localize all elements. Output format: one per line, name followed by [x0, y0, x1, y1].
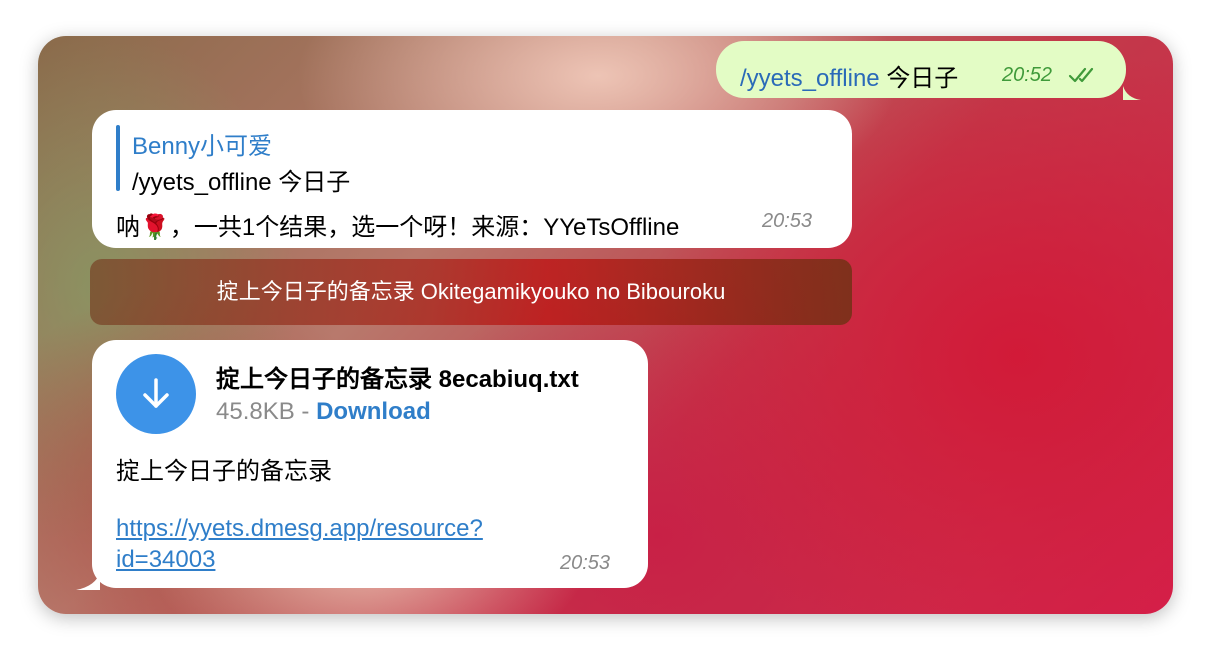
bubble-tail	[1123, 86, 1141, 100]
file-meta: 45.8KB - Download	[216, 398, 431, 426]
double-check-icon	[1068, 67, 1094, 83]
resource-link-line1[interactable]: https://yyets.dmesg.app/resource?	[116, 515, 483, 542]
file-message-bubble[interactable]: 掟上今日子的备忘录 8ecabiuq.txt 45.8KB - Download…	[92, 340, 648, 588]
file-name: 掟上今日子的备忘录 8ecabiuq.txt	[216, 366, 579, 393]
quote-bar	[116, 125, 120, 191]
command-link[interactable]: /yyets_offline	[740, 65, 880, 92]
inline-result-button[interactable]: 掟上今日子的备忘录 Okitegamikyouko no Bibouroku	[90, 259, 852, 325]
chat-background: /yyets_offline 今日子 20:52 Benny小可爱 /yyets…	[38, 36, 1173, 614]
quote-author[interactable]: Benny小可爱	[132, 126, 272, 161]
reply-message-time: 20:53	[762, 210, 813, 232]
quote-text: /yyets_offline 今日子	[132, 169, 351, 196]
outgoing-message-time: 20:52	[1002, 64, 1053, 86]
reply-message-bubble[interactable]: Benny小可爱 /yyets_offline 今日子 呐🌹，一共1个结果，选一…	[92, 110, 852, 248]
resource-link-line2[interactable]: id=34003	[116, 546, 215, 573]
file-caption: 掟上今日子的备忘录	[116, 458, 332, 485]
outgoing-message-bubble[interactable]: /yyets_offline 今日子 20:52	[716, 41, 1126, 98]
command-query: 今日子	[886, 65, 959, 92]
bubble-tail	[76, 572, 100, 590]
resource-link[interactable]: https://yyets.dmesg.app/resource? id=340…	[116, 513, 556, 575]
outgoing-message-text: /yyets_offline 今日子	[740, 58, 958, 93]
download-button[interactable]	[116, 354, 196, 434]
file-message-time: 20:53	[560, 552, 611, 574]
download-arrow-icon	[143, 378, 169, 408]
download-link[interactable]: Download	[316, 398, 431, 425]
file-size: 45.8KB	[216, 398, 295, 425]
meta-separator: -	[301, 398, 310, 425]
reply-message-text: 呐🌹，一共1个结果，选一个呀！来源：YYeTsOffline	[116, 214, 680, 241]
